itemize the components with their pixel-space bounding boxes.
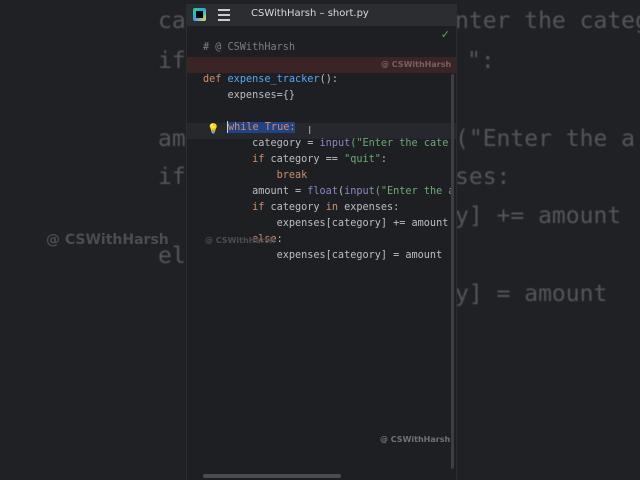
code-token: category = (203, 138, 320, 149)
code-token: (): (319, 74, 338, 85)
watermark-top: @ CSWithHarsh (381, 60, 452, 69)
bg-code-line: am (158, 126, 186, 152)
function-name: expense_tracker (227, 74, 320, 85)
code-token: : (380, 154, 388, 165)
keyword-if: if (203, 202, 265, 213)
code-line-amount: amount = float(input("Enter the a (203, 184, 455, 200)
bg-code-line: if (158, 48, 186, 74)
string-literal: "quit" (344, 154, 381, 165)
code-line-def: def expense_tracker(): (203, 72, 338, 88)
window-title: CSWithHarsh – short.py (251, 8, 369, 19)
code-line-category: category = input("Enter the cate (203, 136, 448, 152)
code-token: category == (264, 154, 345, 165)
code-line-expenses-init: expenses={} (203, 90, 296, 101)
bg-code-line: ses: (455, 164, 511, 190)
text-cursor-icon: I (308, 124, 312, 137)
code-editor-window: CSWithHarsh – short.py ✓ @ CSWithHarsh #… (186, 4, 457, 480)
title-bar: CSWithHarsh – short.py (187, 4, 456, 26)
watermark-left: @ CSWithHarsh (205, 236, 276, 245)
vertical-scrollbar[interactable] (451, 74, 454, 469)
builtin-input: input (344, 186, 375, 197)
builtin-input: input (319, 138, 351, 149)
bg-code-line: if (158, 164, 186, 190)
bg-code-line: ": (467, 48, 495, 74)
bg-code-line: y] = amount (455, 281, 608, 307)
keyword-if: if (203, 154, 265, 165)
pycharm-icon[interactable] (193, 8, 206, 21)
lightbulb-icon[interactable]: 💡 (207, 124, 219, 135)
code-line-if-in: if category in expenses: (203, 200, 399, 216)
hamburger-icon[interactable] (218, 9, 230, 21)
watermark-bottom: @ CSWithHarsh (380, 435, 451, 444)
code-comment: # @ CSWithHarsh (203, 42, 296, 53)
bg-watermark: @ CSWithHarsh (46, 232, 169, 248)
bg-code-line: nter the categ (455, 8, 640, 34)
code-token: expenses: (337, 202, 400, 213)
keyword-def: def (203, 74, 222, 85)
bg-code-line: y] += amount (455, 203, 622, 229)
code-line-add: expenses[category] += amount (203, 218, 449, 229)
horizontal-scrollbar[interactable] (203, 474, 341, 478)
selected-text: while True: (228, 122, 296, 133)
bg-right-code: nter the categ ": ("Enter the a ses: y] … (455, 0, 640, 480)
code-line-break: break (203, 170, 308, 181)
string-literal: ("Enter the cate (350, 138, 449, 149)
code-token: amount = (203, 186, 308, 197)
code-token: : (276, 234, 283, 245)
code-line-while: while True: (227, 120, 296, 136)
string-literal: ("Enter the a (374, 186, 455, 197)
bg-code-line: ("Enter the a (455, 126, 636, 152)
code-line-if-quit: if category == "quit": (203, 152, 387, 168)
keyword-in: in (325, 202, 338, 213)
code-line-set: expenses[category] = amount (203, 250, 443, 261)
builtin-float: float (307, 186, 338, 197)
code-token: category (264, 202, 326, 213)
checkmark-icon[interactable]: ✓ (441, 28, 450, 41)
